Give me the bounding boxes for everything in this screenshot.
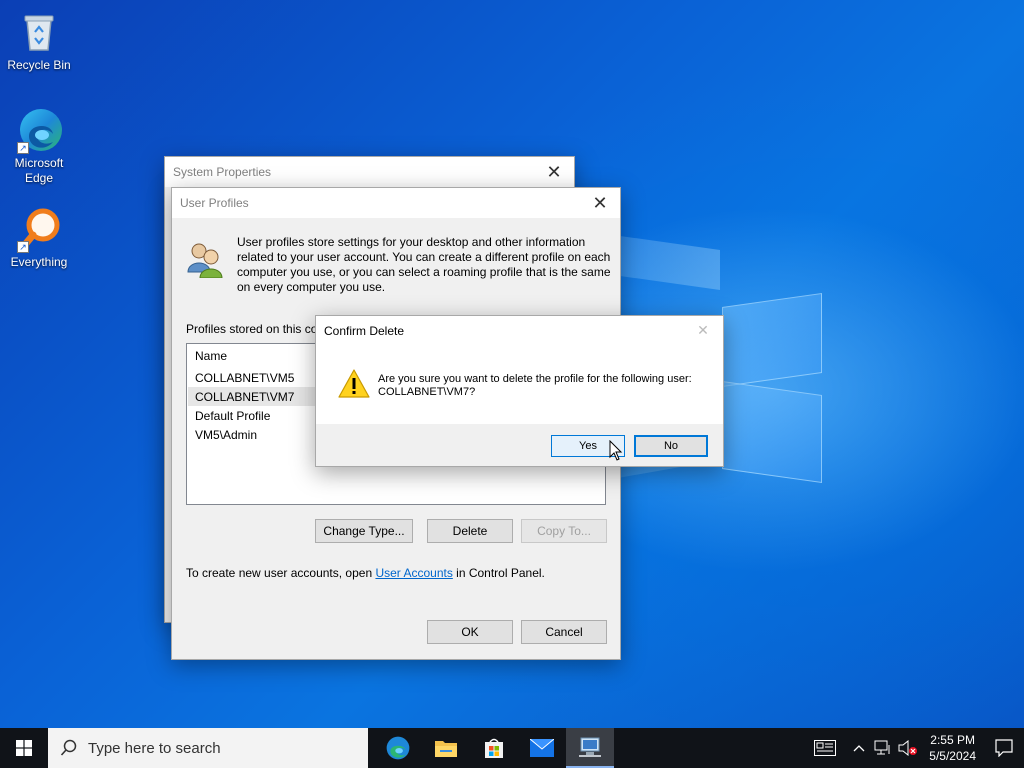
- clock-date: 5/5/2024: [929, 749, 976, 763]
- no-button[interactable]: No: [634, 435, 708, 457]
- windows-start-icon: [16, 740, 32, 756]
- desktop-icon-recycle-bin[interactable]: Recycle Bin: [1, 8, 77, 73]
- confirm-delete-dialog: Confirm Delete ✕ Are you sure you want t…: [315, 315, 724, 467]
- desktop-icon-label: Microsoft Edge: [14, 156, 64, 185]
- confirm-delete-titlebar[interactable]: Confirm Delete ✕: [316, 316, 723, 346]
- delete-button[interactable]: Delete: [427, 519, 513, 543]
- desktop-icon-everything[interactable]: ↗ Everything: [1, 205, 77, 270]
- desktop-icon-label: Everything: [10, 255, 68, 269]
- note-text: in Control Panel.: [452, 566, 545, 580]
- notifications-icon[interactable]: [984, 728, 1024, 768]
- profiles-list-label: Profiles stored on this co: [186, 322, 318, 336]
- system-properties-icon: [579, 737, 601, 757]
- mail-icon: [530, 739, 554, 757]
- taskbar-mail[interactable]: [518, 728, 566, 768]
- dialog-title: Confirm Delete: [324, 324, 405, 338]
- search-icon: [60, 739, 77, 756]
- search-placeholder: Type here to search: [88, 739, 221, 757]
- edge-icon: [386, 736, 410, 760]
- system-properties-titlebar[interactable]: System Properties ✕: [165, 157, 574, 187]
- recycle-bin-icon: [15, 8, 63, 56]
- users-icon: [186, 238, 223, 279]
- shortcut-arrow-icon: ↗: [17, 142, 29, 154]
- taskbar-clock[interactable]: 2:55 PM 5/5/2024: [921, 732, 984, 764]
- shortcut-arrow-icon: ↗: [17, 241, 29, 253]
- taskbar-search-box[interactable]: Type here to search: [48, 728, 368, 768]
- list-item[interactable]: Default Profile: [195, 409, 270, 423]
- profiles-description: User profiles store settings for your de…: [237, 235, 611, 294]
- cancel-button[interactable]: Cancel: [521, 620, 607, 644]
- start-button[interactable]: [0, 728, 48, 768]
- user-accounts-link[interactable]: User Accounts: [375, 566, 452, 580]
- close-icon[interactable]: ✕: [580, 188, 620, 218]
- list-item[interactable]: COLLABNET\VM5: [195, 371, 294, 385]
- create-accounts-note: To create new user accounts, open User A…: [186, 566, 545, 580]
- close-icon[interactable]: ✕: [534, 157, 574, 187]
- close-icon[interactable]: ✕: [683, 316, 723, 346]
- user-profiles-titlebar[interactable]: User Profiles ✕: [172, 188, 620, 218]
- desktop-icon-edge[interactable]: ↗ Microsoft Edge: [1, 106, 77, 186]
- window-title: User Profiles: [180, 196, 249, 210]
- news-widget-icon[interactable]: [803, 728, 847, 768]
- taskbar-store[interactable]: [470, 728, 518, 768]
- desktop-icon-label: Recycle Bin: [7, 58, 71, 72]
- edge-icon: ↗: [15, 106, 63, 154]
- network-icon[interactable]: [871, 728, 895, 768]
- taskbar-file-explorer[interactable]: [422, 728, 470, 768]
- ok-button[interactable]: OK: [427, 620, 513, 644]
- list-item[interactable]: COLLABNET\VM7: [195, 390, 294, 404]
- folder-icon: [435, 741, 457, 757]
- list-item[interactable]: VM5\Admin: [195, 428, 257, 442]
- everything-search-icon: ↗: [15, 205, 63, 253]
- windows-logo-pane: [722, 292, 822, 388]
- warning-icon: [337, 368, 371, 400]
- dialog-button-bar: Yes No: [316, 424, 723, 466]
- list-column-header[interactable]: Name: [195, 349, 227, 363]
- copy-to-button[interactable]: Copy To...: [521, 519, 607, 543]
- taskbar-system-properties[interactable]: [566, 728, 614, 768]
- note-text: To create new user accounts, open: [186, 566, 376, 580]
- store-icon: [485, 738, 503, 758]
- change-type-button[interactable]: Change Type...: [315, 519, 413, 543]
- windows-logo-pane: [722, 380, 822, 484]
- confirm-message: Are you sure you want to delete the prof…: [378, 373, 692, 398]
- taskbar-edge[interactable]: [374, 728, 422, 768]
- mouse-cursor-icon: [609, 439, 623, 462]
- system-tray: 2:55 PM 5/5/2024: [803, 728, 1024, 768]
- clock-time: 2:55 PM: [930, 733, 975, 747]
- window-title: System Properties: [173, 165, 272, 179]
- volume-muted-icon[interactable]: [895, 728, 921, 768]
- chevron-up-icon[interactable]: [847, 728, 871, 768]
- taskbar: Type here to search 2:55 PM 5/5/2024: [0, 728, 1024, 768]
